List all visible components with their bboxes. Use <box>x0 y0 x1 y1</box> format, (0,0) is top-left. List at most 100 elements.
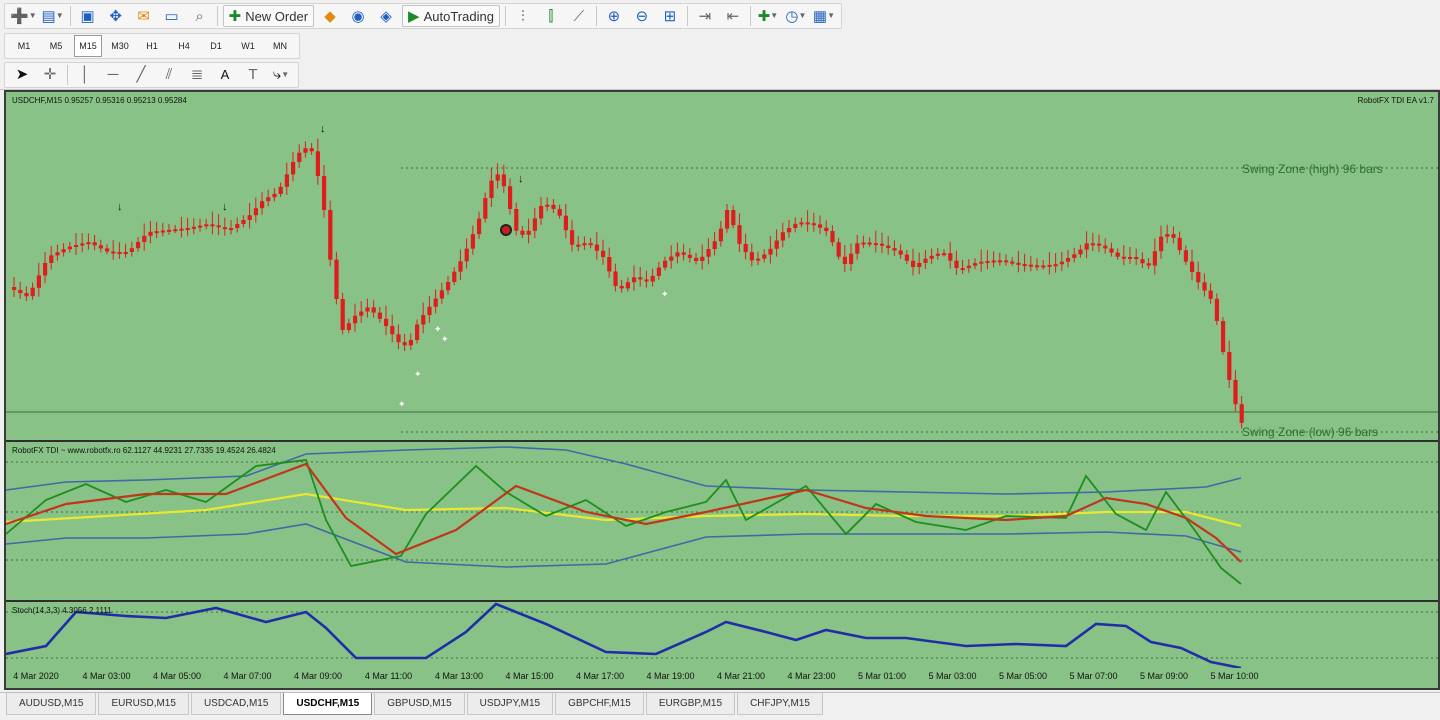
candle-body <box>458 261 463 272</box>
candle-body <box>105 248 110 252</box>
timeframe-m30[interactable]: M30 <box>106 35 134 57</box>
chart-window[interactable]: ↓ ↓ ↓ ↓ ✦ ✦ ✦ ✦ ✦ USDCHF,M15 0.95257 0.95316 0.9… <box>4 90 1440 690</box>
autotrading-button[interactable]: ▶ AutoTrading <box>402 5 500 27</box>
chart-shift-icon[interactable]: ⇤ <box>721 5 745 27</box>
autotrading-icon: ▶ <box>408 7 420 25</box>
timeframe-m5[interactable]: M5 <box>42 35 70 57</box>
channel-icon[interactable]: ⫽ <box>157 64 181 86</box>
fibonacci-icon[interactable]: ≣ <box>185 64 209 86</box>
vertical-line-icon[interactable]: │ <box>73 64 97 86</box>
candle-body <box>185 228 190 231</box>
data-window-icon[interactable]: ✉ <box>132 5 156 27</box>
time-tick-label: 4 Mar 11:00 <box>364 671 413 681</box>
time-tick-label: 4 Mar 13:00 <box>434 671 484 681</box>
time-tick-label: 4 Mar 09:00 <box>293 671 343 681</box>
navigator-icon[interactable]: ✥ <box>104 5 128 27</box>
candle-body <box>415 324 420 340</box>
candle-body <box>49 255 54 263</box>
stochastic-pane[interactable]: Stoch(14,3,3) 4.3056 2.1111 <box>6 602 1438 668</box>
text-icon[interactable]: A <box>213 64 237 86</box>
candle-body <box>849 253 854 264</box>
market-watch-icon[interactable]: ▣ <box>76 5 100 27</box>
trendline-icon[interactable]: ╱ <box>129 64 153 86</box>
profiles-icon[interactable]: ▤ ▼ <box>41 5 65 27</box>
symbol-tab-eurgbp-m15[interactable]: EURGBP,M15 <box>645 693 736 715</box>
tdi-indicator-pane[interactable]: RobotFX TDI ~ www.robotfx.ro 62.1127 44.… <box>6 442 1438 602</box>
symbol-tab-gbpchf-m15[interactable]: GBPCHF,M15 <box>555 693 644 715</box>
timeframe-m1[interactable]: M1 <box>10 35 38 57</box>
candle-body <box>1177 237 1182 251</box>
candle-body <box>260 201 265 209</box>
cursor-icon[interactable]: ➤ <box>10 64 34 86</box>
candlestick-icon[interactable]: ⫿ <box>539 5 563 27</box>
candle-body <box>669 256 674 261</box>
market-icon[interactable]: ◈ <box>374 5 398 27</box>
candle-body <box>1115 252 1120 257</box>
timeframe-mn[interactable]: MN <box>266 35 294 57</box>
candle-body <box>948 253 953 261</box>
candle-body <box>1128 257 1133 259</box>
candle-body <box>663 260 668 268</box>
candle-body <box>1208 290 1213 299</box>
candle-body <box>991 260 996 263</box>
candle-body <box>111 251 116 254</box>
tile-windows-icon[interactable]: ⊞ <box>658 5 682 27</box>
candle-body <box>371 307 376 313</box>
new-order-button[interactable]: ✚ New Order <box>222 5 315 27</box>
signals-icon[interactable]: ◉ <box>346 5 370 27</box>
file-toolbar-group: ➕ ▼ ▤ ▼ ▣ ✥ ✉ ▭ ⌕ ✚ New Order ◆ ◉ ◈ ▶ AutoTr… <box>4 3 842 29</box>
tdi-market-base-line <box>6 492 1242 528</box>
timeframe-w1[interactable]: W1 <box>234 35 262 57</box>
timeframe-h1[interactable]: H1 <box>138 35 166 57</box>
candle-body <box>787 228 792 233</box>
symbol-tab-chfjpy-m15[interactable]: CHFJPY,M15 <box>737 693 823 715</box>
candle-body <box>1134 257 1139 260</box>
candle-body <box>731 210 736 226</box>
time-tick-label: 5 Mar 05:00 <box>998 671 1048 681</box>
text-label-icon[interactable]: T <box>241 64 265 86</box>
candle-body <box>1227 352 1232 380</box>
candle-body <box>768 248 773 255</box>
candle-body <box>43 263 48 276</box>
timeframe-d1[interactable]: D1 <box>202 35 230 57</box>
candle-body <box>303 148 308 153</box>
periods-icon[interactable]: ◷ ▼ <box>784 5 808 27</box>
symbol-tab-usdchf-m15[interactable]: USDCHF,M15 <box>283 693 373 715</box>
candle-body <box>1140 259 1145 264</box>
trade-marker-icon[interactable] <box>500 224 512 236</box>
symbol-tab-gbpusd-m15[interactable]: GBPUSD,M15 <box>374 693 465 715</box>
bar-chart-icon[interactable]: ⫶ <box>511 5 535 27</box>
new-chart-icon[interactable]: ➕ ▼ <box>10 5 37 27</box>
timeframe-m15[interactable]: M15 <box>74 35 102 57</box>
metaeditor-icon[interactable]: ◆ <box>318 5 342 27</box>
indicators-icon[interactable]: ✚ ▼ <box>756 5 780 27</box>
crosshair-icon[interactable]: ✛ <box>38 64 62 86</box>
candle-body <box>24 293 29 297</box>
candle-body <box>309 148 314 152</box>
timeframe-h4[interactable]: H4 <box>170 35 198 57</box>
candle-body <box>315 151 320 176</box>
symbol-tab-usdcad-m15[interactable]: USDCAD,M15 <box>190 693 282 715</box>
line-chart-icon[interactable]: ⟋ <box>567 5 591 27</box>
signal-arrow-icon: ↓ <box>320 123 326 135</box>
autoscroll-icon[interactable]: ⇥ <box>693 5 717 27</box>
price-pane[interactable]: ↓ ↓ ↓ ↓ ✦ ✦ ✦ ✦ ✦ USDCHF,M15 0.95257 0.95316 0.9… <box>6 92 1438 442</box>
horizontal-line-icon[interactable]: ─ <box>101 64 125 86</box>
zoom-in-icon[interactable]: ⊕ <box>602 5 626 27</box>
candle-body <box>520 230 525 235</box>
candle-body <box>1165 234 1170 237</box>
candle-body <box>439 290 444 299</box>
strategy-tester-icon[interactable]: ⌕ <box>188 5 212 27</box>
symbol-tab-audusd-m15[interactable]: AUDUSD,M15 <box>6 693 97 715</box>
candle-body <box>929 255 934 259</box>
candle-body <box>718 228 723 242</box>
templates-icon[interactable]: ▦ ▼ <box>812 5 836 27</box>
signal-dot-icon: ✦ <box>434 324 442 334</box>
candle-body <box>607 257 612 272</box>
symbol-tab-usdjpy-m15[interactable]: USDJPY,M15 <box>466 693 554 715</box>
candle-body <box>985 261 990 264</box>
terminal-icon[interactable]: ▭ <box>160 5 184 27</box>
symbol-tab-eurusd-m15[interactable]: EURUSD,M15 <box>98 693 189 715</box>
arrows-icon[interactable]: ⤷ ▼ <box>269 64 293 86</box>
zoom-out-icon[interactable]: ⊖ <box>630 5 654 27</box>
